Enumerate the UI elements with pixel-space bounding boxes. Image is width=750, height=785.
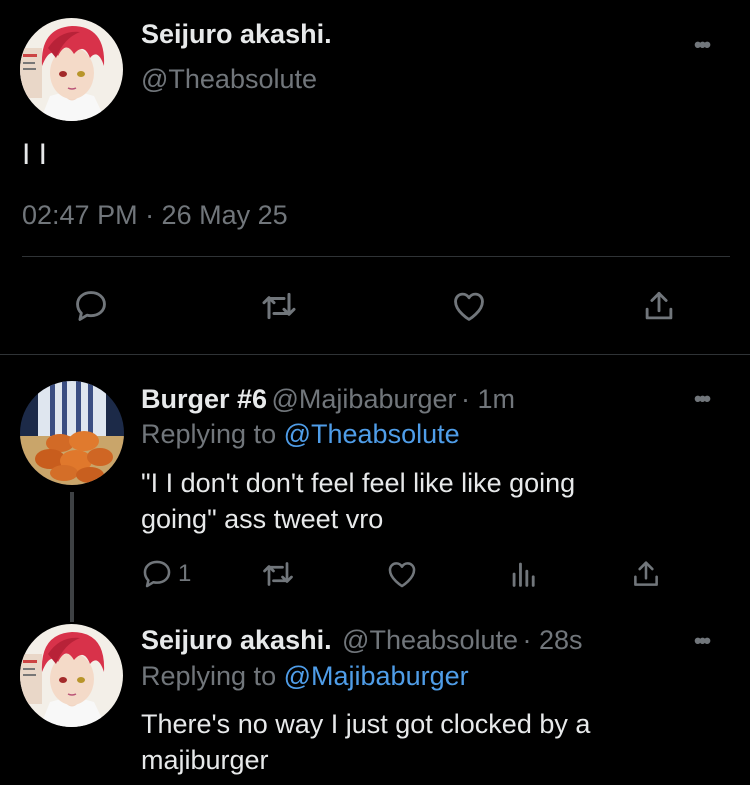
like-icon[interactable] (448, 285, 490, 327)
tweet-text: There's no way I just got clocked by a m… (141, 706, 590, 778)
analytics-icon[interactable] (506, 556, 542, 592)
replying-to-link[interactable]: @Majibaburger (284, 661, 469, 691)
replying-to-link[interactable]: @Theabsolute (284, 419, 460, 449)
anime-avatar-image (20, 18, 123, 121)
replying-to-label: Replying to (141, 661, 277, 691)
replying-to-label: Replying to (141, 419, 277, 449)
handle[interactable]: @Theabsolute (141, 64, 317, 95)
reply-count: 1 (178, 560, 192, 587)
more-options-icon[interactable]: ••• (694, 628, 711, 654)
more-options-icon[interactable]: ••• (694, 32, 711, 58)
avatar[interactable] (20, 381, 124, 485)
avatar[interactable] (20, 18, 123, 121)
tweet-timestamp[interactable]: 02:47 PM · 26 May 25 (22, 200, 288, 231)
tweet-text-line: "I I don't don't feel feel like like goi… (141, 468, 576, 498)
reply-button[interactable]: 1 (140, 556, 191, 592)
handle[interactable]: @Majibaburger (272, 384, 457, 414)
replying-to: Replying to @Theabsolute (141, 419, 460, 450)
display-name[interactable]: Seijuro akashi. (141, 625, 332, 655)
reply-icon (143, 560, 171, 588)
tweet-text-line: There's no way I just got clocked by a (141, 709, 591, 739)
handle[interactable]: @Theabsolute (342, 625, 518, 655)
more-options-icon[interactable]: ••• (694, 386, 711, 412)
reply-header: Burger #6 @Majibaburger · 1m (141, 384, 515, 415)
reply-time: · 28s (522, 625, 583, 655)
replying-to: Replying to @Majibaburger (141, 661, 469, 692)
tweet-text-line: going" ass tweet vro (141, 504, 384, 534)
display-name[interactable]: Seijuro akashi. (141, 19, 332, 50)
thread-line (70, 492, 74, 622)
share-icon[interactable] (628, 556, 664, 592)
retweet-icon[interactable] (260, 556, 296, 592)
divider (22, 256, 730, 257)
reply-header: Seijuro akashi. @Theabsolute · 28s (141, 625, 583, 656)
reply-time: · 1m (460, 384, 515, 414)
avatar[interactable] (20, 624, 123, 727)
share-icon[interactable] (638, 285, 680, 327)
tweet-text-line: majiburger (141, 745, 269, 775)
anime-avatar-image (20, 624, 123, 727)
display-name[interactable]: Burger #6 (141, 384, 267, 414)
burger-avatar-image (20, 381, 124, 485)
tweet-text: I I (22, 138, 48, 171)
tweet-text: "I I don't don't feel feel like like goi… (141, 465, 575, 537)
divider (0, 354, 750, 355)
reply-icon[interactable] (70, 285, 112, 327)
like-icon[interactable] (384, 556, 420, 592)
retweet-icon[interactable] (258, 285, 300, 327)
